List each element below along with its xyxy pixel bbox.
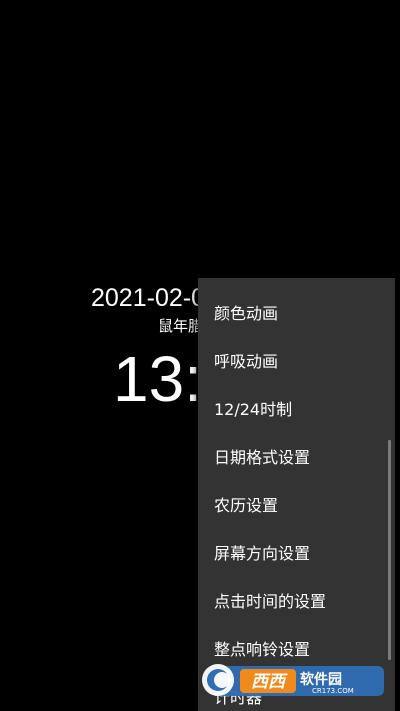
menu-item-breathing-animation[interactable]: 呼吸动画: [198, 338, 395, 386]
cr173-logo-icon: 西西 软件园 CR173.COM: [202, 664, 384, 696]
options-menu: 颜色动画 呼吸动画 12/24时制 日期格式设置 农历设置 屏幕方向设置 点击时…: [198, 278, 395, 711]
svg-text:软件园: 软件园: [300, 671, 342, 688]
clock-time[interactable]: 13:: [113, 342, 202, 416]
menu-item-tap-time-settings[interactable]: 点击时间的设置: [198, 578, 395, 626]
menu-item-date-format-settings[interactable]: 日期格式设置: [198, 434, 395, 482]
menu-item-screen-orientation-settings[interactable]: 屏幕方向设置: [198, 530, 395, 578]
clock-date: 2021-02-0: [91, 284, 205, 312]
svg-text:西西: 西西: [251, 672, 288, 692]
svg-text:CR173.COM: CR173.COM: [312, 687, 354, 695]
menu-item-lunar-settings[interactable]: 农历设置: [198, 482, 395, 530]
watermark-logo: 西西 软件园 CR173.COM: [200, 660, 385, 700]
menu-item-color-animation[interactable]: 颜色动画: [198, 290, 395, 338]
clock-lunar-date: 鼠年腊: [158, 317, 204, 335]
menu-item-12-24-hour-format[interactable]: 12/24时制: [198, 386, 395, 434]
menu-scrollbar[interactable]: [388, 440, 391, 660]
